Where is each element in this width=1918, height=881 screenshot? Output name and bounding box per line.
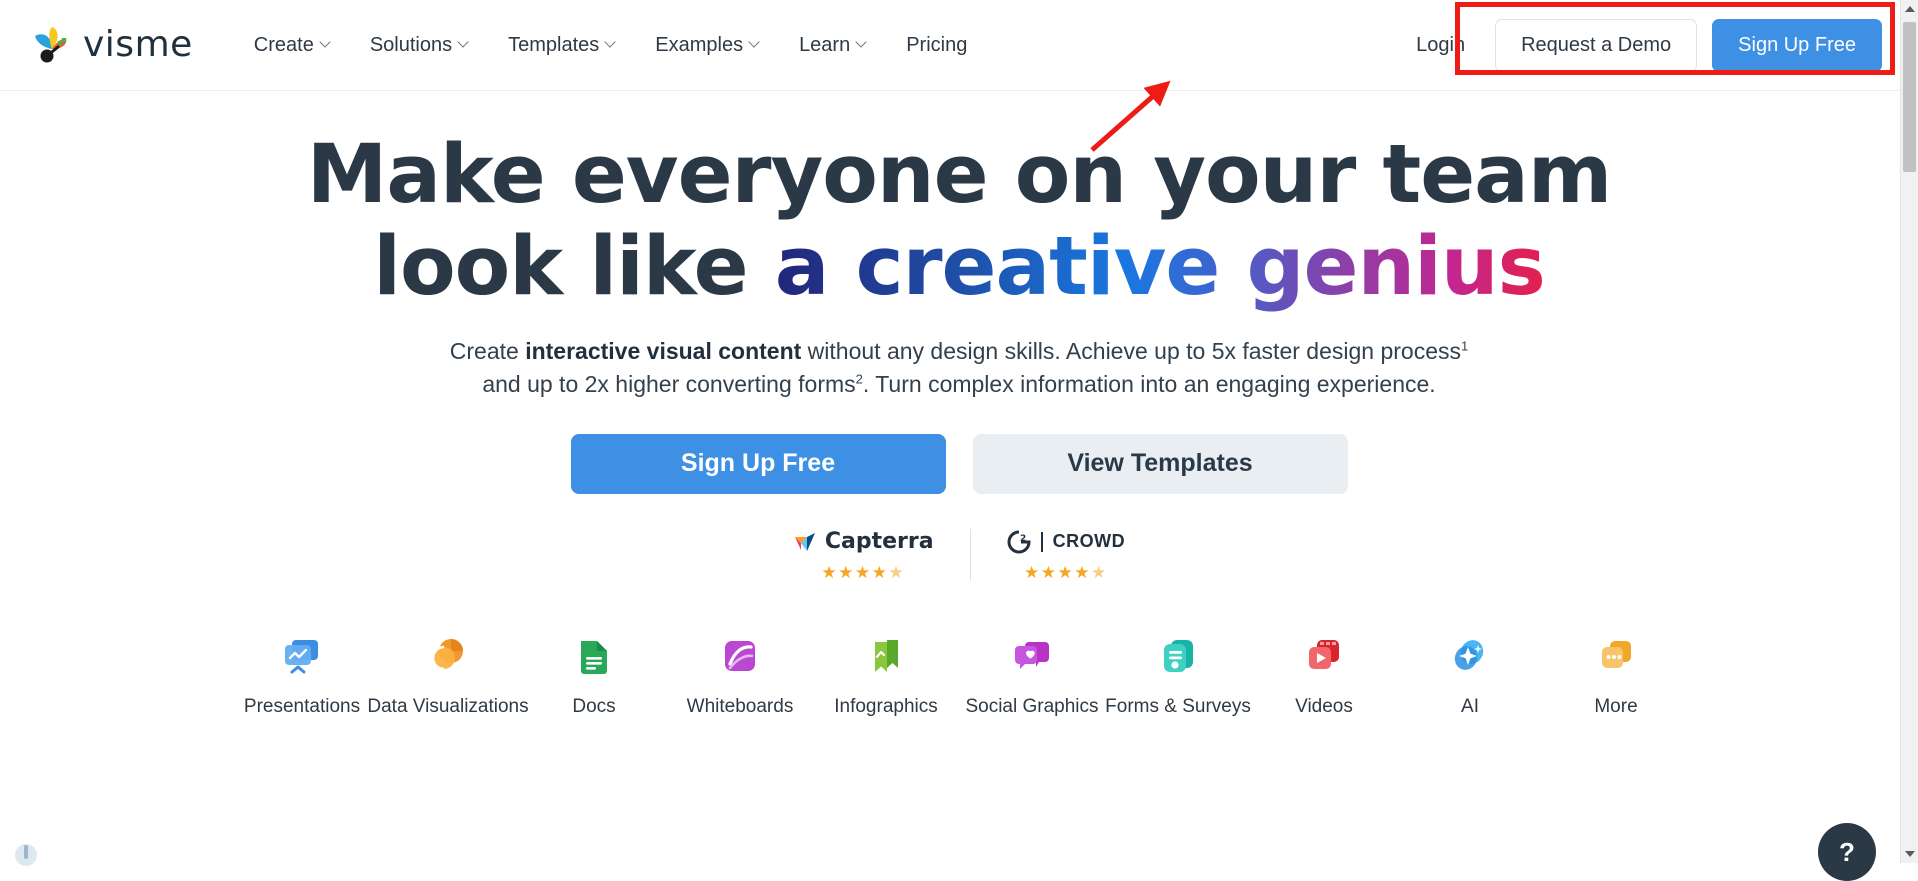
chevron-down-icon [750,38,761,49]
hero-cta-row: Sign Up Free View Templates [0,433,1918,494]
g2-crowd-label: CROWD [1052,531,1126,552]
nav-label: Pricing [906,33,968,56]
scroll-up-arrow-icon[interactable] [1901,0,1918,18]
partial-decorative-icon [15,844,37,866]
login-link[interactable]: Login [1394,26,1487,65]
brand-wordmark: visme [83,24,193,65]
signup-free-hero-button[interactable]: Sign Up Free [570,433,946,494]
hero-subtitle: Create interactive visual content withou… [0,308,1918,400]
capterra-badge[interactable]: Capterra ★★★★★ [757,529,970,581]
category-social-graphics[interactable]: Social Graphics [959,633,1105,718]
infographics-icon [875,639,898,672]
ai-icon [1454,639,1484,670]
subtitle-text: and up to 2x higher converting forms [482,370,856,397]
category-forms-surveys[interactable]: Forms & Surveys [1105,633,1251,718]
subtitle-text: without any design skills. Achieve up to… [801,338,1461,365]
category-whiteboards[interactable]: Whiteboards [667,633,813,718]
nav-label: Examples [655,33,744,56]
hero-heading: Make everyone on your team look like a c… [0,91,1918,308]
subtitle-bold-phrase: interactive visual content [525,338,802,365]
top-navigation-bar: visme Create Solutions Templates Example… [0,0,1918,91]
social-graphics-icon [1015,641,1049,669]
category-label: Data Visualizations [367,695,529,717]
videos-icon [1309,639,1339,669]
capterra-logo: Capterra [793,529,934,555]
visme-fan-logo-icon [30,23,74,67]
brand-logo[interactable]: visme [30,23,193,67]
hero-heading-line2-plain: look like [373,219,775,314]
chevron-down-icon [857,38,868,49]
signup-free-header-button[interactable]: Sign Up Free [1712,19,1882,72]
whiteboards-icon [725,640,755,671]
category-label: Infographics [834,695,938,717]
category-label: More [1594,695,1638,717]
category-label: Presentations [243,695,361,717]
hero-heading-line1: Make everyone on your team [306,128,1612,222]
hero-section: Make everyone on your team look like a c… [0,91,1918,718]
social-proof-badges: Capterra ★★★★★ 2 CROWD ★★★★★ [0,528,1918,582]
header-auth-group: Login Request a Demo Sign Up Free [1394,0,1882,91]
nav-item-examples[interactable]: Examples [636,24,780,67]
scroll-down-arrow-icon[interactable] [1901,845,1918,863]
footnote-marker-2: 2 [855,371,863,387]
category-label: Docs [572,695,616,717]
data-visualizations-icon [431,638,463,670]
chevron-down-icon [606,38,617,49]
category-label: Whiteboards [686,695,794,717]
subtitle-text: Create [449,338,526,365]
chevron-down-icon [321,38,332,49]
category-label: Forms & Surveys [1105,695,1251,717]
hero-heading-gradient-text: a creative genius [774,219,1546,314]
nav-label: Templates [508,33,600,56]
scrollbar-thumb[interactable] [1903,22,1916,172]
view-templates-button[interactable]: View Templates [972,433,1348,494]
category-data-visualizations[interactable]: Data Visualizations [367,633,529,718]
chevron-down-icon [459,38,470,49]
nav-item-learn[interactable]: Learn [780,24,887,67]
category-label: Videos [1295,695,1353,717]
g2-crowd-badge[interactable]: 2 CROWD ★★★★★ [969,528,1162,582]
category-presentations[interactable]: Presentations [229,633,375,718]
subtitle-text: . Turn complex information into an engag… [862,370,1436,397]
capterra-logo-icon [794,532,815,551]
presentations-icon [285,639,318,674]
capterra-star-rating: ★★★★★ [821,562,906,582]
request-demo-button[interactable]: Request a Demo [1495,19,1698,72]
category-infographics[interactable]: Infographics [813,633,959,718]
nav-item-solutions[interactable]: Solutions [351,24,489,67]
primary-nav: Create Solutions Templates Examples Lear… [235,24,987,67]
nav-label: Create [253,33,314,56]
nav-item-create[interactable]: Create [235,24,351,67]
g2-crowd-logo: 2 CROWD [1007,529,1126,555]
nav-item-templates[interactable]: Templates [489,24,636,67]
category-videos[interactable]: Videos [1251,633,1397,718]
category-more[interactable]: More [1543,633,1689,718]
g2-divider [1040,531,1043,552]
forms-surveys-icon [1164,639,1193,672]
category-label: AI [1461,695,1479,717]
nav-item-pricing[interactable]: Pricing [887,24,986,67]
g2-star-rating: ★★★★★ [1024,562,1108,582]
page-scrollbar[interactable] [1900,0,1918,863]
subtitle-line1: Create interactive visual content withou… [450,338,1468,364]
nav-label: Learn [799,33,851,56]
footnote-marker-1: 1 [1461,338,1469,354]
subtitle-line2: and up to 2x higher converting forms2. T… [482,371,1435,397]
category-ai[interactable]: AI [1397,633,1543,718]
chat-help-button[interactable]: ? [1818,823,1876,881]
page-root: visme Create Solutions Templates Example… [0,0,1918,881]
nav-label: Solutions [369,33,453,56]
g2-crowd-logo-icon: 2 [1007,530,1031,554]
category-docs[interactable]: Docs [521,633,667,718]
docs-icon [581,640,607,674]
category-strip: Presentations Data Visualizations Docs W… [0,633,1918,718]
more-icon [1602,640,1631,668]
hero-heading-line2: look like a creative genius [0,225,1918,309]
category-label: Social Graphics [965,695,1099,717]
svg-text:2: 2 [1020,534,1026,544]
capterra-label: Capterra [824,529,934,555]
